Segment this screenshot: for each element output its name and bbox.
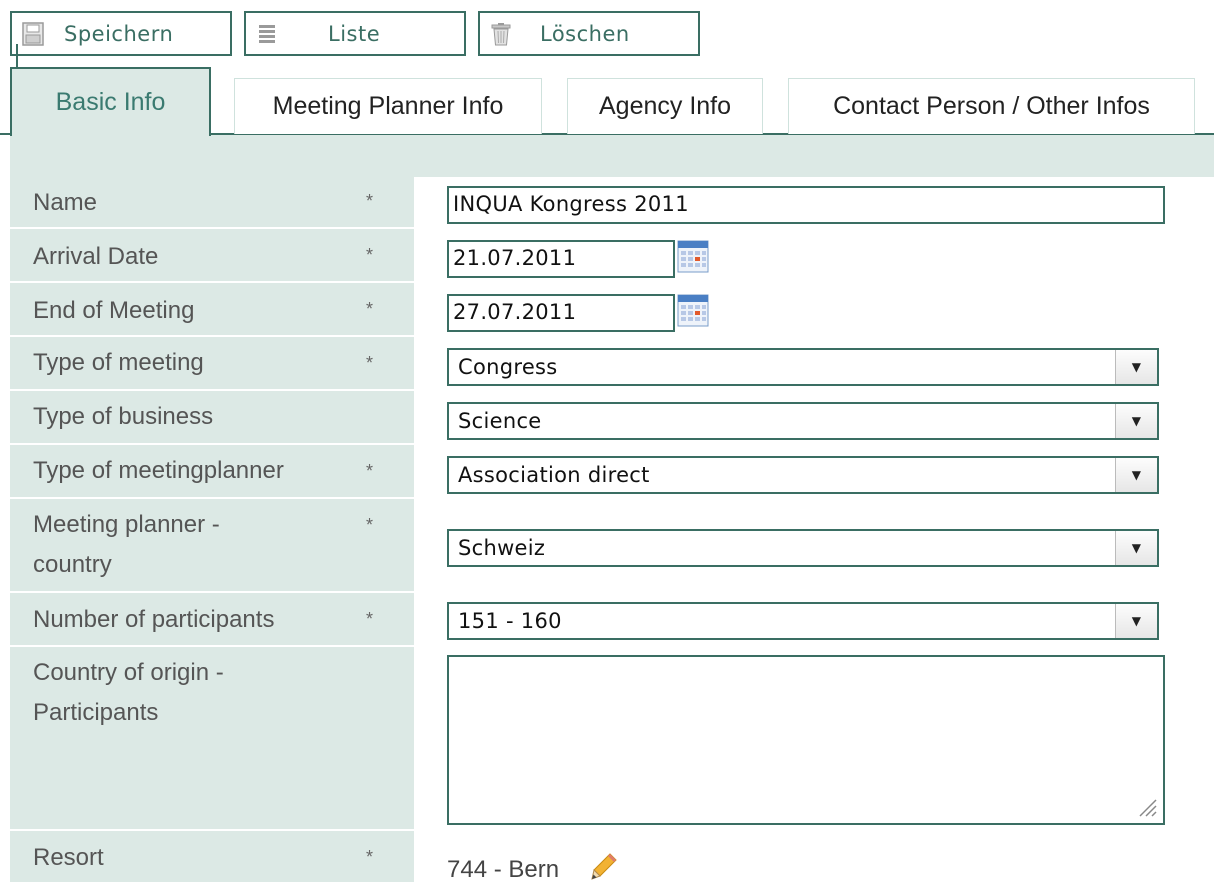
number-of-participants-select[interactable]: 151 - 160 ▼ [447, 602, 1159, 640]
meeting-planner-country-select[interactable]: Schweiz ▼ [447, 529, 1159, 567]
toolbar: Speichern Liste Löschen [0, 0, 1214, 66]
delete-button[interactable]: Löschen [478, 11, 700, 56]
trash-icon [490, 22, 512, 46]
arrival-date-label-cell: Arrival Date * [10, 231, 414, 283]
name-label-cell: Name * [10, 177, 414, 229]
country-of-origin-textarea[interactable] [447, 655, 1165, 825]
delete-button-label: Löschen [540, 21, 630, 46]
end-of-meeting-label-cell: End of Meeting * [10, 285, 414, 337]
tab-agency-info[interactable]: Agency Info [567, 78, 763, 134]
dropdown-arrow-icon[interactable]: ▼ [1115, 350, 1157, 384]
end-of-meeting-input[interactable]: 27.07.2011 [447, 294, 675, 332]
required-mark: * [366, 245, 374, 265]
country-of-origin-label-line1: Country of origin - [33, 659, 224, 686]
required-mark: * [366, 515, 374, 535]
pencil-edit-icon[interactable] [590, 852, 618, 882]
type-of-meetingplanner-select[interactable]: Association direct ▼ [447, 456, 1159, 494]
type-of-business-value: Science [458, 409, 542, 433]
resort-value: 744 - Bern [447, 856, 560, 883]
tab-contact-person-other-infos[interactable]: Contact Person / Other Infos [788, 78, 1195, 134]
tab-label: Contact Person / Other Infos [833, 92, 1150, 120]
calendar-icon[interactable] [677, 294, 709, 327]
resort-label: Resort [33, 844, 104, 871]
resize-grip-icon[interactable] [1135, 795, 1157, 817]
floppy-disk-icon [22, 21, 44, 46]
tab-label: Basic Info [55, 88, 166, 116]
type-of-meeting-label-cell: Type of meeting * [10, 339, 414, 391]
type-of-meeting-label: Type of meeting [33, 349, 204, 376]
meeting-planner-country-label-cell: Meeting planner - country * [10, 501, 414, 593]
tab-meeting-planner-info[interactable]: Meeting Planner Info [234, 78, 542, 134]
meeting-planner-country-value: Schweiz [458, 536, 546, 560]
required-mark: * [366, 461, 374, 481]
dropdown-arrow-icon[interactable]: ▼ [1115, 531, 1157, 565]
meeting-planner-country-label-line2: country [33, 551, 112, 578]
meeting-planner-country-label-line1: Meeting planner - [33, 511, 220, 538]
dropdown-arrow-icon[interactable]: ▼ [1115, 604, 1157, 638]
arrival-date-label: Arrival Date [33, 243, 159, 270]
number-of-participants-label: Number of participants [33, 606, 275, 633]
name-label: Name [33, 189, 98, 216]
required-mark: * [366, 609, 374, 629]
required-mark: * [366, 353, 374, 373]
save-button[interactable]: Speichern [10, 11, 232, 56]
list-button-label: Liste [328, 21, 381, 46]
number-of-participants-value: 151 - 160 [458, 609, 562, 633]
required-mark: * [366, 191, 374, 211]
type-of-meetingplanner-value: Association direct [458, 463, 650, 487]
type-of-business-label: Type of business [33, 403, 214, 430]
calendar-icon[interactable] [677, 240, 709, 273]
country-of-origin-label-line2: Participants [33, 699, 159, 726]
type-of-meetingplanner-label: Type of meetingplanner [33, 457, 284, 484]
country-of-origin-label-cell: Country of origin - Participants [10, 649, 414, 831]
list-icon [256, 22, 278, 46]
resort-label-cell: Resort * [10, 833, 414, 882]
tab-basic-info[interactable]: Basic Info [10, 67, 211, 136]
end-of-meeting-label: End of Meeting [33, 297, 195, 324]
required-mark: * [366, 299, 374, 319]
arrival-date-input[interactable]: 21.07.2011 [447, 240, 675, 278]
save-button-label: Speichern [64, 21, 174, 46]
required-mark: * [366, 847, 374, 867]
number-of-participants-label-cell: Number of participants * [10, 595, 414, 647]
dropdown-arrow-icon[interactable]: ▼ [1115, 404, 1157, 438]
tab-label: Meeting Planner Info [272, 92, 504, 120]
name-input[interactable]: INQUA Kongress 2011 [447, 186, 1165, 224]
type-of-meeting-select[interactable]: Congress ▼ [447, 348, 1159, 386]
type-of-business-select[interactable]: Science ▼ [447, 402, 1159, 440]
type-of-business-label-cell: Type of business [10, 393, 414, 445]
type-of-meeting-value: Congress [458, 355, 558, 379]
tab-label: Agency Info [598, 92, 732, 120]
dropdown-arrow-icon[interactable]: ▼ [1115, 458, 1157, 492]
type-of-meetingplanner-label-cell: Type of meetingplanner * [10, 447, 414, 499]
list-button[interactable]: Liste [244, 11, 466, 56]
